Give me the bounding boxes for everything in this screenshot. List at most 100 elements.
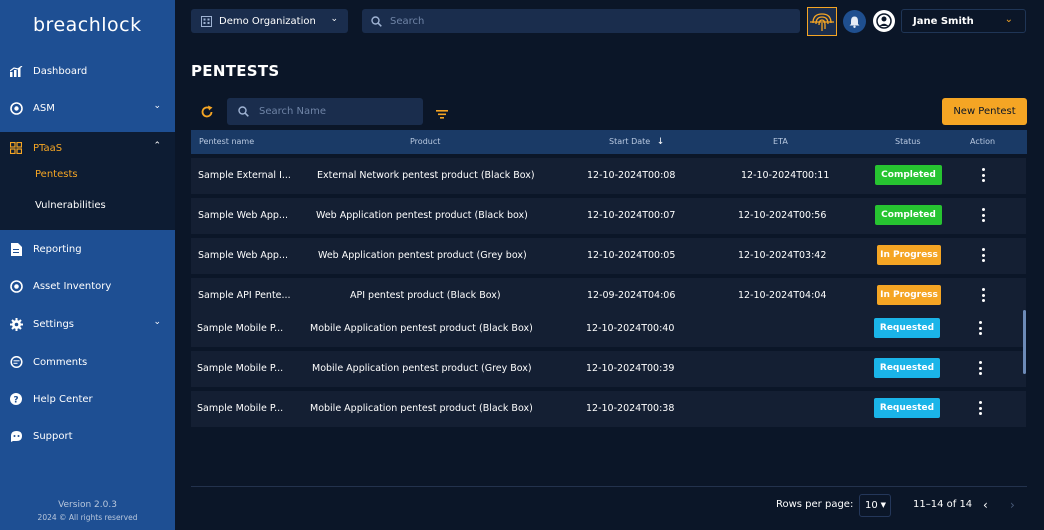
rows-per-page-select[interactable]: 10 ▼ [859, 494, 891, 517]
svg-text:?: ? [13, 395, 18, 405]
building-icon [201, 15, 212, 27]
chevron-down-icon: ⌄ [153, 101, 161, 111]
filter-icon[interactable] [436, 105, 448, 124]
eta: 12-10-2024T00:56 [738, 210, 827, 221]
product-name: External Network pentest product (Black … [317, 170, 535, 181]
more-vertical-icon[interactable] [978, 248, 988, 262]
sidebar-item-asm[interactable]: ASM ⌄ [0, 96, 175, 120]
pentest-name[interactable]: Sample Mobile P... [197, 323, 283, 334]
column-header-action: Action [970, 137, 996, 146]
eta: 12-10-2024T04:04 [738, 290, 827, 301]
start-date: 12-10-2024T00:39 [586, 363, 675, 374]
previous-page-icon[interactable]: ‹ [983, 498, 988, 512]
column-header-name[interactable]: Pentest name [199, 137, 254, 146]
chart-icon [9, 64, 23, 78]
start-date: 12-10-2024T00:40 [586, 323, 675, 334]
next-page-icon[interactable]: › [1010, 498, 1015, 512]
search-icon [238, 106, 249, 117]
refresh-icon[interactable] [200, 104, 214, 118]
column-header-eta[interactable]: ETA [773, 137, 788, 146]
status-badge: Requested [874, 358, 940, 378]
table-row[interactable]: Sample Web App... Web Application pentes… [191, 198, 1026, 234]
pentest-name[interactable]: Sample Mobile P... [197, 363, 283, 374]
sidebar-item-help-center[interactable]: ? Help Center [0, 387, 175, 411]
table-row[interactable]: Sample External I... External Network pe… [191, 158, 1026, 194]
report-icon [9, 242, 23, 256]
sidebar-item-label: Asset Inventory [33, 280, 112, 292]
table-header: Pentest name Product Start Date ↓ ETA St… [191, 130, 1027, 154]
table-row[interactable]: Sample API Pente... API pentest product … [191, 278, 1026, 314]
new-pentest-button[interactable]: New Pentest [942, 98, 1027, 125]
search-name-input[interactable]: Search Name [227, 98, 423, 125]
status-badge: Completed [875, 205, 942, 225]
caret-down-icon: ▼ [880, 501, 886, 509]
support-icon [9, 429, 23, 443]
logo-text: breachlock [33, 14, 142, 36]
chevron-down-icon: ⌄ [1004, 14, 1013, 25]
grid-icon [9, 141, 23, 155]
more-vertical-icon[interactable] [975, 361, 985, 375]
more-vertical-icon[interactable] [975, 321, 985, 335]
product-name: API pentest product (Black Box) [350, 290, 501, 301]
status-badge: Requested [874, 398, 940, 418]
column-header-product[interactable]: Product [410, 137, 440, 146]
sidebar-item-asset-inventory[interactable]: Asset Inventory [0, 274, 175, 298]
sidebar-item-comments[interactable]: Comments [0, 350, 175, 374]
pentest-name[interactable]: Sample Mobile P... [197, 403, 283, 414]
sidebar-item-ptaas[interactable]: PTaaS ⌃ [0, 136, 175, 160]
sidebar-item-reporting[interactable]: Reporting [0, 237, 175, 261]
help-icon: ? [9, 392, 23, 406]
organization-select[interactable]: Demo Organization ⌄ [191, 9, 348, 33]
asset-icon [9, 279, 23, 293]
more-vertical-icon[interactable] [978, 168, 988, 182]
user-avatar-icon[interactable] [873, 10, 895, 32]
column-header-status[interactable]: Status [895, 137, 921, 146]
sidebar-item-vulnerabilities[interactable]: Vulnerabilities [35, 200, 106, 211]
footer-divider [191, 486, 1027, 487]
more-vertical-icon[interactable] [975, 401, 985, 415]
more-vertical-icon[interactable] [978, 288, 988, 302]
product-name: Web Application pentest product (Grey bo… [318, 250, 527, 261]
table-row[interactable]: Sample Mobile P... Mobile Application pe… [191, 311, 1026, 347]
table-row[interactable]: Sample Web App... Web Application pentes… [191, 238, 1026, 274]
table-scrollbar[interactable] [1023, 310, 1026, 374]
status-badge: Completed [875, 165, 942, 185]
pentest-name[interactable]: Sample API Pente... [198, 290, 291, 301]
sidebar-item-support[interactable]: Support [0, 424, 175, 448]
chevron-down-icon: ⌄ [153, 317, 161, 327]
gear-icon [9, 317, 23, 331]
column-header-start-date[interactable]: Start Date ↓ [609, 137, 664, 147]
pentest-name[interactable]: Sample Web App... [198, 250, 288, 261]
product-name: Mobile Application pentest product (Grey… [312, 363, 532, 374]
sidebar-item-settings[interactable]: Settings ⌄ [0, 312, 175, 336]
more-vertical-icon[interactable] [978, 208, 988, 222]
organization-name: Demo Organization [219, 15, 316, 27]
search-icon [371, 15, 382, 27]
sidebar-item-label: Help Center [33, 393, 93, 405]
user-menu[interactable]: Jane Smith ⌄ [901, 9, 1026, 33]
fingerprint-icon[interactable] [807, 7, 837, 36]
target-icon [9, 101, 23, 115]
user-name: Jane Smith [913, 15, 974, 27]
chevron-down-icon: ⌄ [330, 14, 338, 24]
sidebar-item-label: Settings [33, 318, 75, 330]
breachlock-logo[interactable]: breachlock [33, 14, 142, 36]
search-placeholder: Search [390, 15, 425, 27]
status-badge: In Progress [877, 245, 941, 265]
product-name: Mobile Application pentest product (Blac… [310, 403, 533, 414]
bell-icon[interactable] [843, 10, 866, 33]
product-name: Web Application pentest product (Black b… [316, 210, 528, 221]
sidebar-item-dashboard[interactable]: Dashboard [0, 59, 175, 83]
pentest-name[interactable]: Sample Web App... [198, 210, 288, 221]
table-row[interactable]: Sample Mobile P... Mobile Application pe… [191, 351, 1026, 387]
page-title: PENTESTS [191, 62, 280, 80]
sidebar-item-pentests[interactable]: Pentests [35, 169, 78, 180]
version-text: Version 2.0.3 [58, 500, 117, 510]
product-name: Mobile Application pentest product (Blac… [310, 323, 533, 334]
table-row[interactable]: Sample Mobile P... Mobile Application pe… [191, 391, 1026, 427]
pentest-name[interactable]: Sample External I... [198, 170, 291, 181]
global-search-input[interactable]: Search [362, 9, 800, 33]
sidebar-item-label: Comments [33, 356, 88, 368]
start-date: 12-09-2024T04:06 [587, 290, 676, 301]
chevron-up-icon: ⌃ [153, 141, 161, 151]
